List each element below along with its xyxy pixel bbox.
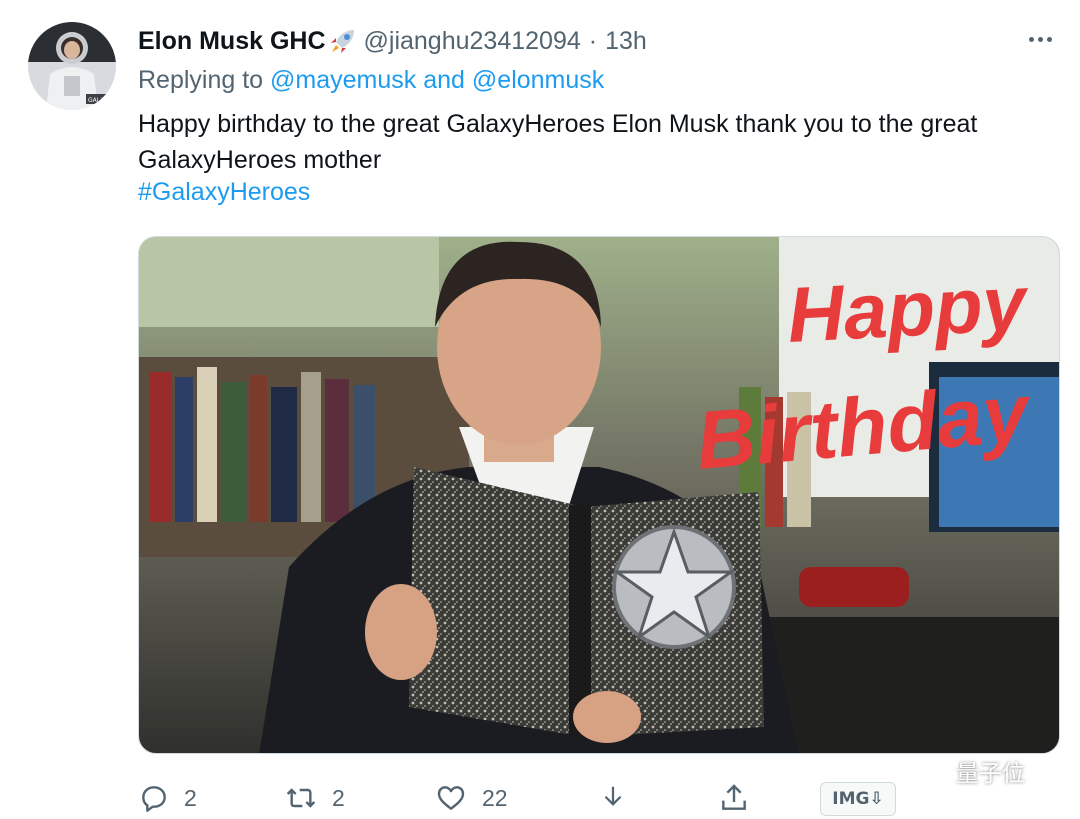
tweet-action-bar: 2 2 22 <box>138 776 918 819</box>
watermark-text: 量子位 <box>956 761 1025 787</box>
avatar-badge-text: GALAXY <box>88 97 112 104</box>
watermark: 量子位 <box>916 754 1025 788</box>
img-download-badge[interactable]: IMG⇩ <box>820 782 896 816</box>
reply-button[interactable]: 2 <box>138 776 197 819</box>
author-name[interactable]: Elon Musk GHC <box>138 27 326 56</box>
tweet-header: Elon Musk GHC @jianghu23412094 · 13h <box>138 26 647 56</box>
like-button[interactable]: 22 <box>434 776 508 819</box>
heart-icon <box>437 786 465 810</box>
reply-count: 2 <box>184 784 197 811</box>
retweet-button[interactable]: 2 <box>284 776 345 819</box>
replying-to-line: Replying to @mayemusk and @elonmusk <box>138 66 604 95</box>
share-icon <box>722 784 746 810</box>
tweet-time[interactable]: 13h <box>605 27 647 56</box>
mention-mayemusk[interactable]: @mayemusk <box>270 66 416 94</box>
more-options-icon[interactable] <box>1022 24 1058 54</box>
rocket-icon <box>328 26 358 56</box>
retweet-icon <box>286 788 316 808</box>
media-caption-happy: Happy <box>785 258 1031 359</box>
author-handle[interactable]: @jianghu23412094 <box>364 27 581 56</box>
hashtag-link[interactable]: #GalaxyHeroes <box>138 178 310 207</box>
share-button[interactable] <box>718 776 750 819</box>
download-arrow-icon <box>604 786 622 806</box>
reply-icon <box>142 786 166 812</box>
mention-elonmusk[interactable]: @elonmusk <box>472 66 604 94</box>
replying-to-joiner[interactable]: and <box>423 66 465 94</box>
wechat-icon <box>917 759 949 782</box>
author-avatar[interactable]: GALAXY <box>28 22 116 110</box>
tweet-text: Happy birthday to the great GalaxyHeroes… <box>138 110 978 174</box>
download-button[interactable] <box>598 776 628 819</box>
tweet-media-image[interactable]: Happy Birthday <box>138 236 1060 754</box>
header-separator: · <box>588 26 598 55</box>
retweet-count: 2 <box>332 784 345 811</box>
replying-to-prefix: Replying to <box>138 66 264 94</box>
like-count: 22 <box>482 784 508 811</box>
